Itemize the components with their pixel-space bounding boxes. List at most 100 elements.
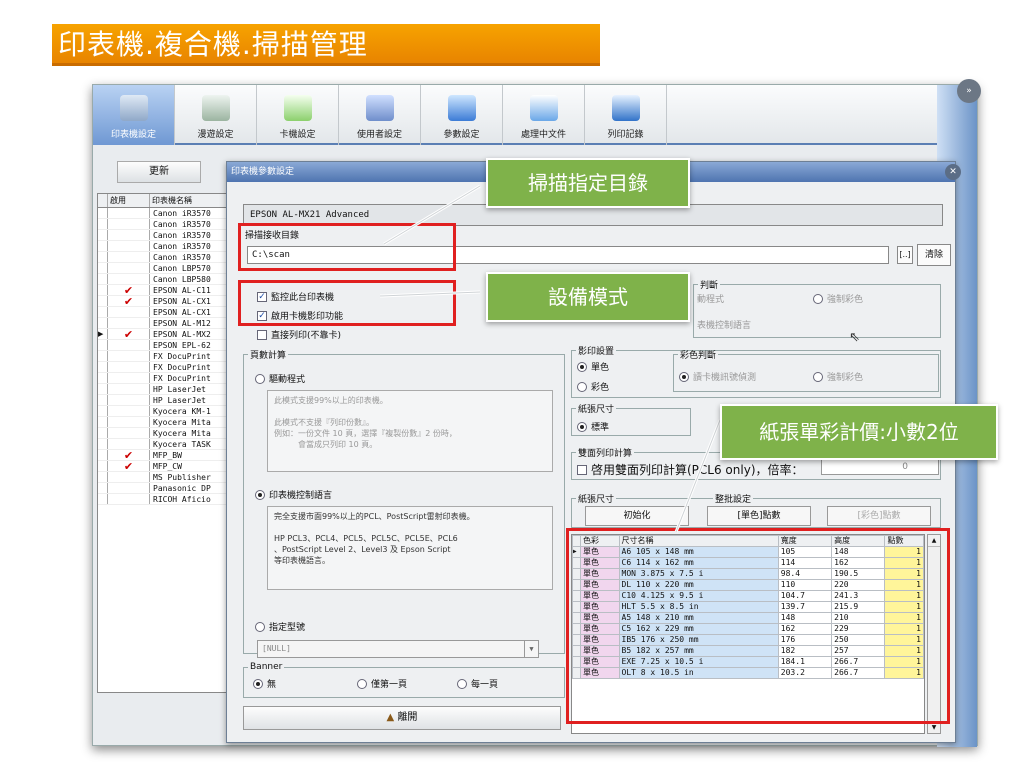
printer-row[interactable]: Canon iR3570 xyxy=(98,208,228,219)
direct-print-checkbox[interactable]: 直接列印(不靠卡) xyxy=(257,328,341,341)
judge-driver-option[interactable]: 動程式 xyxy=(697,292,724,305)
lang-mode-radio[interactable]: 印表機控制語言 xyxy=(255,488,332,501)
toolbar-roaming-settings[interactable]: 漫遊設定 xyxy=(175,85,257,145)
printer-name: Kyocera Mita xyxy=(153,429,211,438)
enabled-check xyxy=(108,208,150,218)
enabled-check xyxy=(108,252,150,262)
printer-row[interactable]: HP LaserJet xyxy=(98,384,228,395)
model-spec-radio[interactable]: 指定型號 xyxy=(255,620,305,633)
printer-row[interactable]: ✔ EPSON AL-CX1 xyxy=(98,296,228,307)
checkbox-icon xyxy=(257,329,267,340)
main-toolbar: 印表機設定 漫遊設定 卡機設定 使用者設定 參數設定 處理中文件 列印記錄 xyxy=(93,85,939,145)
clear-button[interactable]: 清除 xyxy=(917,244,951,266)
col-enabled[interactable]: 啟用 xyxy=(108,194,150,207)
printer-row[interactable]: EPSON AL-CX1 xyxy=(98,307,228,318)
expand-icon[interactable]: » xyxy=(957,79,981,103)
printer-name: FX DocuPrint xyxy=(153,374,211,383)
enabled-check xyxy=(108,230,150,240)
printer-row[interactable]: Canon iR3570 xyxy=(98,219,228,230)
enabled-check: ✔ xyxy=(108,329,150,340)
printer-row[interactable]: Canon iR3570 xyxy=(98,241,228,252)
printer-name: EPSON AL-CX1 xyxy=(153,308,211,317)
banner-none-radio[interactable]: 無 xyxy=(253,677,276,690)
printer-row[interactable]: Canon LBP580 xyxy=(98,274,228,285)
paper-table-highlight xyxy=(566,528,950,724)
processing-doc-icon xyxy=(529,95,558,121)
printer-row[interactable]: FX DocuPrint xyxy=(98,373,228,384)
enabled-check xyxy=(108,241,150,251)
browse-button[interactable]: [..] xyxy=(897,246,913,264)
enabled-check xyxy=(108,219,150,229)
printer-row[interactable]: Canon iR3570 xyxy=(98,252,228,263)
printer-row[interactable]: MS Publisher xyxy=(98,472,228,483)
printer-name: RICOH Aficio xyxy=(153,495,211,504)
printer-row[interactable]: HP LaserJet xyxy=(98,395,228,406)
judge-force-color-radio[interactable]: 強制彩色 xyxy=(813,292,863,305)
refresh-button[interactable]: 更新 xyxy=(117,161,201,183)
banner-first-radio[interactable]: 僅第一頁 xyxy=(357,677,407,690)
force-color-radio[interactable]: 強制彩色 xyxy=(813,370,863,383)
enabled-check xyxy=(108,395,150,405)
printer-row[interactable]: FX DocuPrint xyxy=(98,351,228,362)
duplex-checkbox[interactable]: 啓用雙面列印計算(PCL6 only)，倍率： xyxy=(577,461,804,478)
model-select[interactable]: [NULL] ▼ xyxy=(257,640,539,658)
printer-row[interactable]: EPSON AL-M12 xyxy=(98,318,228,329)
printer-row[interactable]: Kyocera TASK xyxy=(98,439,228,450)
enabled-check xyxy=(108,373,150,383)
printer-row[interactable]: ▶ ✔ EPSON AL-MX2 xyxy=(98,329,228,340)
chevron-down-icon[interactable]: ▼ xyxy=(524,641,538,657)
print-log-icon xyxy=(611,95,640,121)
toolbar-printer-settings[interactable]: 印表機設定 xyxy=(93,85,175,145)
printer-name: Kyocera KM-1 xyxy=(153,407,211,416)
printer-name: Canon iR3570 xyxy=(153,253,211,262)
enabled-check xyxy=(108,494,150,504)
enabled-check: ✔ xyxy=(108,296,150,307)
printer-row[interactable]: ✔ EPSON AL-C11 xyxy=(98,285,228,296)
batch-legend: 整批設定 xyxy=(713,492,754,505)
printer-list-rows: Canon iR3570 Canon iR3570 Canon iR3570 Cano… xyxy=(98,208,228,505)
printer-row[interactable]: Panasonic DP xyxy=(98,483,228,494)
printer-row[interactable]: Canon LBP570 xyxy=(98,263,228,274)
toolbar-user-settings[interactable]: 使用者設定 xyxy=(339,85,421,145)
printer-name: Canon iR3570 xyxy=(153,209,211,218)
roaming-icon xyxy=(201,95,230,121)
printer-row[interactable]: Kyocera Mita xyxy=(98,428,228,439)
enabled-check xyxy=(108,406,150,416)
printer-row[interactable]: ✔ MFP_BW xyxy=(98,450,228,461)
duplex-ratio-input[interactable]: 0 xyxy=(821,459,939,475)
printer-row[interactable]: ✔ MFP_CW xyxy=(98,461,228,472)
init-button[interactable]: 初始化 xyxy=(585,506,689,526)
enabled-check xyxy=(108,417,150,427)
close-icon[interactable]: ✕ xyxy=(945,164,961,180)
leave-button[interactable]: ▲ 離開 xyxy=(243,706,561,730)
standard-radio[interactable]: 標準 xyxy=(577,420,609,433)
mono-radio[interactable]: 單色 xyxy=(577,360,609,373)
judge-lang-option[interactable]: 表機控制語言 xyxy=(697,318,751,331)
banner-each-radio[interactable]: 每一頁 xyxy=(457,677,498,690)
toolbar-processing-documents[interactable]: 處理中文件 xyxy=(503,85,585,145)
printer-name: EPSON AL-CX1 xyxy=(153,297,211,306)
toolbar-card-reader-settings[interactable]: 卡機設定 xyxy=(257,85,339,145)
printer-name: Kyocera TASK xyxy=(153,440,211,449)
color-radio[interactable]: 彩色 xyxy=(577,380,609,393)
printer-row[interactable]: Canon iR3570 xyxy=(98,230,228,241)
printer-name: EPSON EPL-62 xyxy=(153,341,211,350)
printer-row[interactable]: FX DocuPrint xyxy=(98,362,228,373)
printer-row[interactable]: Kyocera Mita xyxy=(98,417,228,428)
card-reader-icon xyxy=(283,95,312,121)
driver-mode-description: 此模式支援99%以上的印表機。 此模式不支援『列印份數』。 例如：一份文件 10… xyxy=(267,390,553,472)
printer-row[interactable]: RICOH Aficio xyxy=(98,494,228,505)
enabled-check: ✔ xyxy=(108,461,150,472)
toolbar-parameter-settings[interactable]: 參數設定 xyxy=(421,85,503,145)
mono-points-button[interactable]: [單色]點數 xyxy=(707,506,811,526)
printer-row[interactable]: Kyocera KM-1 xyxy=(98,406,228,417)
color-points-button[interactable]: [彩色]點數 xyxy=(827,506,931,526)
printer-row[interactable]: EPSON EPL-62 xyxy=(98,340,228,351)
driver-mode-radio[interactable]: 驅動程式 xyxy=(255,372,305,385)
toolbar-print-log[interactable]: 列印記錄 xyxy=(585,85,667,145)
col-printer-name[interactable]: 印表機名稱 xyxy=(150,194,228,207)
read-card-radio[interactable]: 讀卡機訊號偵測 xyxy=(679,370,756,383)
printer-name: HP LaserJet xyxy=(153,385,206,394)
checkbox-icon xyxy=(577,464,587,475)
printer-name: EPSON AL-C11 xyxy=(153,286,211,295)
